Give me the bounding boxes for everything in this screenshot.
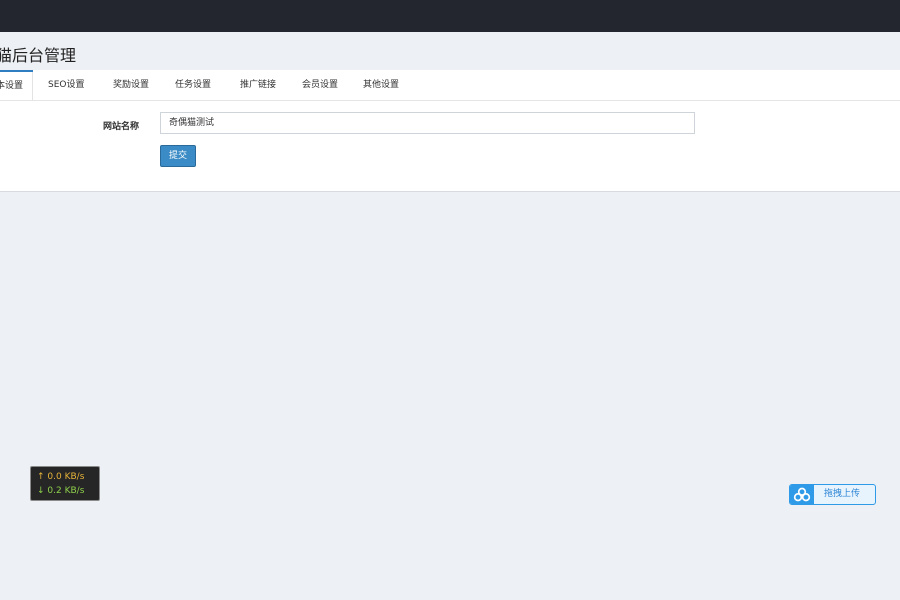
settings-tabs: 本设置 SEO设置 奖励设置 任务设置 推广链接 会员设置 其他设置 — [0, 70, 900, 101]
tab-basic-settings[interactable]: 本设置 — [0, 70, 34, 101]
tab-other-settings[interactable]: 其他设置 — [363, 70, 399, 100]
upload-speed-value: 0.0 KB/s — [47, 472, 85, 482]
arrow-up-icon: ↑ — [37, 472, 45, 482]
tab-label: 任务设置 — [175, 80, 212, 90]
download-speed-value: 0.2 KB/s — [47, 486, 85, 496]
network-speed-widget[interactable]: ↑ 0.0 KB/s ↓ 0.2 KB/s — [30, 466, 100, 501]
site-name-label: 网站名称 — [103, 122, 140, 132]
tab-member-settings[interactable]: 会员设置 — [302, 70, 338, 100]
settings-card: 本设置 SEO设置 奖励设置 任务设置 推广链接 会员设置 其他设置 网站名称 … — [0, 70, 900, 192]
upload-speed: ↑ 0.0 KB/s — [37, 470, 99, 484]
tab-task-settings[interactable]: 任务设置 — [175, 70, 211, 100]
tab-seo-settings[interactable]: SEO设置 — [48, 70, 84, 100]
submit-button[interactable]: 提交 — [160, 145, 196, 167]
drag-upload-button[interactable]: 拖拽上传 — [789, 484, 876, 505]
download-speed: ↓ 0.2 KB/s — [37, 484, 99, 498]
arrow-down-icon: ↓ — [37, 486, 45, 496]
drag-upload-label: 拖拽上传 — [824, 489, 861, 499]
tab-label: 推广链接 — [240, 80, 277, 90]
tab-label: 奖励设置 — [113, 80, 150, 90]
page-title: 猫后台管理 — [0, 46, 77, 65]
title-row: 猫后台管理 — [0, 33, 900, 70]
top-nav-bar — [0, 0, 900, 32]
tab-label: 其他设置 — [363, 80, 400, 90]
tab-promo-links[interactable]: 推广链接 — [240, 70, 276, 100]
site-name-input[interactable]: 奇偶猫测试 — [160, 112, 695, 134]
tab-reward-settings[interactable]: 奖励设置 — [113, 70, 149, 100]
cloud-upload-icon — [790, 485, 814, 504]
tab-label: SEO设置 — [48, 80, 85, 90]
tab-label: 本设置 — [0, 81, 24, 91]
tab-label: 会员设置 — [302, 80, 339, 90]
